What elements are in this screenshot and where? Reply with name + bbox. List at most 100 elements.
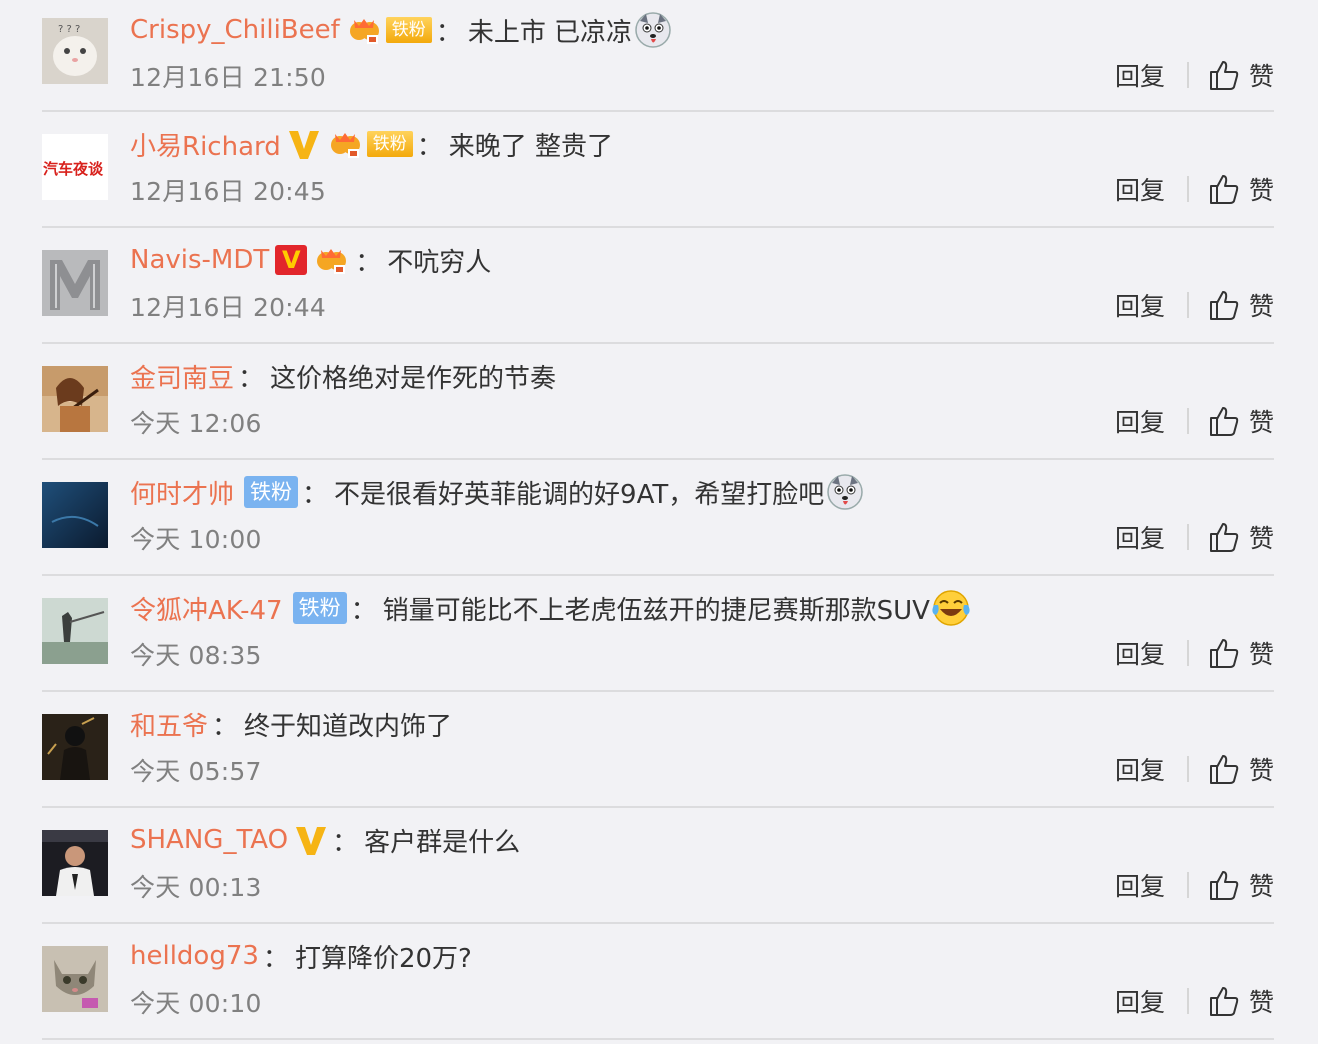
comment-actions: 回复 赞 [1115, 868, 1274, 902]
comment-line: helldog73 ： 打算降价20万? [130, 936, 472, 976]
comment-text: 销量可能比不上老虎伍兹开的捷尼赛斯那款SUV [382, 595, 930, 626]
like-button[interactable]: 赞 [1249, 171, 1274, 207]
fan-badge: 铁粉 [385, 17, 432, 43]
avatar[interactable] [42, 250, 108, 316]
avatar[interactable] [42, 714, 108, 780]
husky-emoji-icon [635, 12, 671, 48]
comment-list: ? ? ? Crispy_ChiliBeef 铁粉 ： 未上市 已凉凉 12月1… [42, 0, 1274, 1040]
comment-item: Navis-MDT V ： 不吭穷人 12月16日 20:44 回复 赞 [42, 228, 1274, 344]
avatar[interactable] [42, 482, 108, 548]
comment-actions: 回复 赞 [1115, 172, 1274, 206]
comment-text: 未上市 已凉凉 [467, 17, 633, 48]
comment-item: 令狐冲AK-47 铁粉 ： 销量可能比不上老虎伍兹开的捷尼赛斯那款SUV 今天 … [42, 576, 1274, 692]
comment-actions: 回复 赞 [1115, 984, 1274, 1018]
reply-button[interactable]: 回复 [1115, 867, 1165, 903]
avatar[interactable] [42, 830, 108, 896]
divider [1186, 176, 1189, 202]
comment-actions: 回复 赞 [1115, 752, 1274, 786]
reply-button[interactable]: 回复 [1115, 519, 1165, 555]
reply-button[interactable]: 回复 [1115, 287, 1165, 323]
comment-line: 和五爷 ： 终于知道改内饰了 [130, 704, 452, 744]
thumbs-up-icon[interactable] [1207, 288, 1241, 322]
comment-actions: 回复 赞 [1115, 58, 1274, 92]
fan-badge: 铁粉 [366, 131, 413, 157]
divider [1186, 292, 1189, 318]
comment-item: helldog73 ： 打算降价20万? 今天 00:10 回复 赞 [42, 924, 1274, 1040]
thumbs-up-icon[interactable] [1207, 984, 1241, 1018]
comment-time: 今天 05:57 [130, 757, 262, 786]
verified-v-icon [296, 827, 327, 855]
svg-text:汽车夜谈: 汽车夜谈 [43, 160, 104, 178]
comment-text: 来晚了 整贵了 [448, 131, 614, 162]
comment-line: 金司南豆 ： 这价格绝对是作死的节奏 [130, 356, 556, 396]
comment-time: 12月16日 21:50 [130, 63, 327, 92]
comment-time: 今天 10:00 [130, 525, 262, 554]
like-button[interactable]: 赞 [1249, 867, 1274, 903]
avatar[interactable] [42, 366, 108, 432]
username-link[interactable]: 何时才帅 [130, 474, 234, 511]
comment-line: SHANG_TAO ： 客户群是什么 [130, 820, 520, 860]
comment-time: 12月16日 20:45 [130, 177, 327, 206]
comment-actions: 回复 赞 [1115, 288, 1274, 322]
like-button[interactable]: 赞 [1249, 635, 1274, 671]
avatar[interactable] [42, 946, 108, 1012]
username-link[interactable]: 金司南豆 [130, 358, 234, 395]
comment-line: Crispy_ChiliBeef 铁粉 ： 未上市 已凉凉 [130, 10, 672, 50]
reply-button[interactable]: 回复 [1115, 751, 1165, 787]
reply-button[interactable]: 回复 [1115, 403, 1165, 439]
reply-button[interactable]: 回复 [1115, 983, 1165, 1019]
comment-text: 终于知道改内饰了 [244, 711, 453, 742]
thumbs-up-icon[interactable] [1207, 520, 1241, 554]
comment-text: 不是很看好英菲能调的好9AT，希望打脸吧 [334, 479, 825, 510]
comment-item: 何时才帅 铁粉 ： 不是很看好英菲能调的好9AT，希望打脸吧 今天 10:00 … [42, 460, 1274, 576]
like-button[interactable]: 赞 [1249, 519, 1274, 555]
comment-item: SHANG_TAO ： 客户群是什么 今天 00:13 回复 赞 [42, 808, 1274, 924]
divider [1186, 524, 1189, 550]
comment-line: 令狐冲AK-47 铁粉 ： 销量可能比不上老虎伍兹开的捷尼赛斯那款SUV [130, 588, 970, 628]
svg-text:? ? ?: ? ? ? [58, 24, 80, 35]
reply-button[interactable]: 回复 [1115, 171, 1165, 207]
avatar[interactable] [42, 598, 108, 664]
comment-text: 这价格绝对是作死的节奏 [270, 363, 557, 394]
like-button[interactable]: 赞 [1249, 57, 1274, 93]
comment-item: 和五爷 ： 终于知道改内饰了 今天 05:57 回复 赞 [42, 692, 1274, 808]
username-link[interactable]: Crispy_ChiliBeef [130, 15, 340, 45]
husky-emoji-icon [827, 474, 863, 510]
comment-time: 今天 00:10 [130, 989, 262, 1018]
comment-item: 金司南豆 ： 这价格绝对是作死的节奏 今天 12:06 回复 赞 [42, 344, 1274, 460]
avatar[interactable]: 汽车夜谈 [42, 134, 108, 200]
divider [1186, 62, 1189, 88]
divider [1186, 756, 1189, 782]
like-button[interactable]: 赞 [1249, 751, 1274, 787]
verified-v-icon [288, 131, 319, 159]
laugh-cry-emoji-icon [932, 590, 970, 626]
thumbs-up-icon[interactable] [1207, 636, 1241, 670]
crown-icon [349, 19, 379, 44]
username-link[interactable]: 小易Richard [130, 126, 281, 163]
comment-line: 何时才帅 铁粉 ： 不是很看好英菲能调的好9AT，希望打脸吧 [130, 472, 864, 512]
username-link[interactable]: helldog73 [130, 941, 259, 971]
comment-text: 客户群是什么 [364, 827, 521, 858]
comment-item: ? ? ? Crispy_ChiliBeef 铁粉 ： 未上市 已凉凉 12月1… [42, 0, 1274, 112]
crown-icon [317, 249, 347, 274]
username-link[interactable]: 令狐冲AK-47 [130, 590, 283, 627]
fan-badge: 铁粉 [244, 476, 299, 508]
thumbs-up-icon[interactable] [1207, 868, 1241, 902]
divider [1186, 872, 1189, 898]
thumbs-up-icon[interactable] [1207, 752, 1241, 786]
username-link[interactable]: 和五爷 [130, 706, 208, 743]
thumbs-up-icon[interactable] [1207, 58, 1241, 92]
username-link[interactable]: Navis-MDT [130, 245, 269, 275]
comment-time: 12月16日 20:44 [130, 293, 327, 322]
verified-v-red-icon: V [275, 245, 308, 275]
reply-button[interactable]: 回复 [1115, 635, 1165, 671]
like-button[interactable]: 赞 [1249, 287, 1274, 323]
avatar[interactable]: ? ? ? [42, 18, 108, 84]
thumbs-up-icon[interactable] [1207, 172, 1241, 206]
comment-line: Navis-MDT V ： 不吭穷人 [130, 240, 491, 280]
reply-button[interactable]: 回复 [1115, 57, 1165, 93]
like-button[interactable]: 赞 [1249, 403, 1274, 439]
like-button[interactable]: 赞 [1249, 983, 1274, 1019]
username-link[interactable]: SHANG_TAO [130, 825, 288, 855]
thumbs-up-icon[interactable] [1207, 404, 1241, 438]
